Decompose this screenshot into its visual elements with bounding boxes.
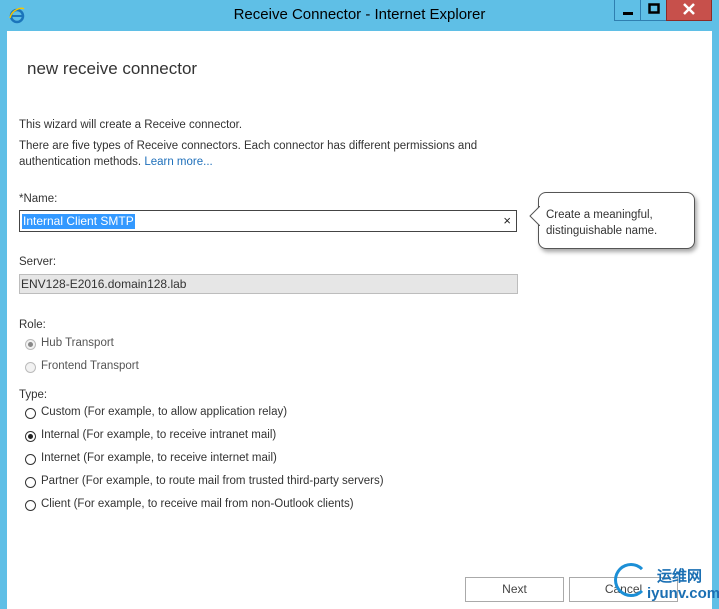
- server-field: ENV128-E2016.domain128.lab: [19, 274, 518, 294]
- clear-icon[interactable]: ×: [503, 214, 511, 228]
- tooltip-text: Create a meaningful, distinguishable nam…: [546, 207, 686, 239]
- name-field[interactable]: Internal Client SMTP ×: [19, 210, 517, 232]
- name-value: Internal Client SMTP: [22, 214, 135, 229]
- server-value: ENV128-E2016.domain128.lab: [21, 277, 187, 291]
- watermark-logo-icon: [614, 563, 648, 597]
- role-label: Role:: [19, 319, 46, 331]
- name-label: *Name:: [19, 193, 58, 205]
- watermark-text-en: iyunv.com: [647, 585, 719, 602]
- type-label: Type:: [19, 389, 48, 401]
- close-button[interactable]: [666, 0, 712, 21]
- radio-button[interactable]: [25, 454, 36, 465]
- radio-button: [25, 339, 36, 350]
- tooltip-arrow-icon: [529, 206, 540, 226]
- server-label: Server:: [19, 256, 57, 268]
- watermark: 运维网 iyunv.com: [611, 558, 719, 609]
- radio-button[interactable]: [25, 477, 36, 488]
- tooltip-line-2: distinguishable name.: [546, 225, 658, 237]
- name-tooltip: Create a meaningful, distinguishable nam…: [529, 192, 695, 249]
- watermark-text-cn: 运维网: [657, 568, 703, 585]
- intro-text-1: This wizard will create a Receive connec…: [19, 119, 243, 131]
- radio-button[interactable]: [25, 408, 36, 419]
- next-button[interactable]: Next: [465, 577, 564, 602]
- type-option-label[interactable]: Partner (For example, to route mail from…: [41, 475, 384, 487]
- type-option-label[interactable]: Client (For example, to receive mail fro…: [41, 498, 354, 510]
- wizard-page: new receive connector This wizard will c…: [7, 31, 712, 609]
- minimize-icon: [622, 12, 633, 15]
- intro-line-2: authentication methods.: [19, 156, 145, 168]
- radio-button: [25, 362, 36, 373]
- window-title: Receive Connector - Internet Explorer: [233, 6, 486, 23]
- type-option-label[interactable]: Internet (For example, to receive intern…: [41, 452, 277, 464]
- radio-button[interactable]: [25, 431, 36, 442]
- type-option-label[interactable]: Custom (For example, to allow applicatio…: [41, 406, 287, 418]
- maximize-icon: [647, 3, 660, 14]
- role-option-label: Frontend Transport: [41, 360, 139, 372]
- radio-button[interactable]: [25, 500, 36, 511]
- role-option-label: Hub Transport: [41, 337, 114, 349]
- tooltip-line-1: Create a meaningful,: [546, 209, 653, 221]
- intro-line-1: There are five types of Receive connecto…: [19, 140, 478, 152]
- intro-text-2: There are five types of Receive connecto…: [19, 138, 519, 170]
- title-bar: Receive Connector - Internet Explorer: [0, 0, 719, 31]
- type-option-label[interactable]: Internal (For example, to receive intran…: [41, 429, 276, 441]
- learn-more-link[interactable]: Learn more...: [144, 156, 212, 168]
- maximize-button[interactable]: [640, 0, 667, 21]
- page-title: new receive connector: [27, 59, 198, 78]
- minimize-button[interactable]: [614, 0, 641, 21]
- close-icon: [683, 3, 695, 15]
